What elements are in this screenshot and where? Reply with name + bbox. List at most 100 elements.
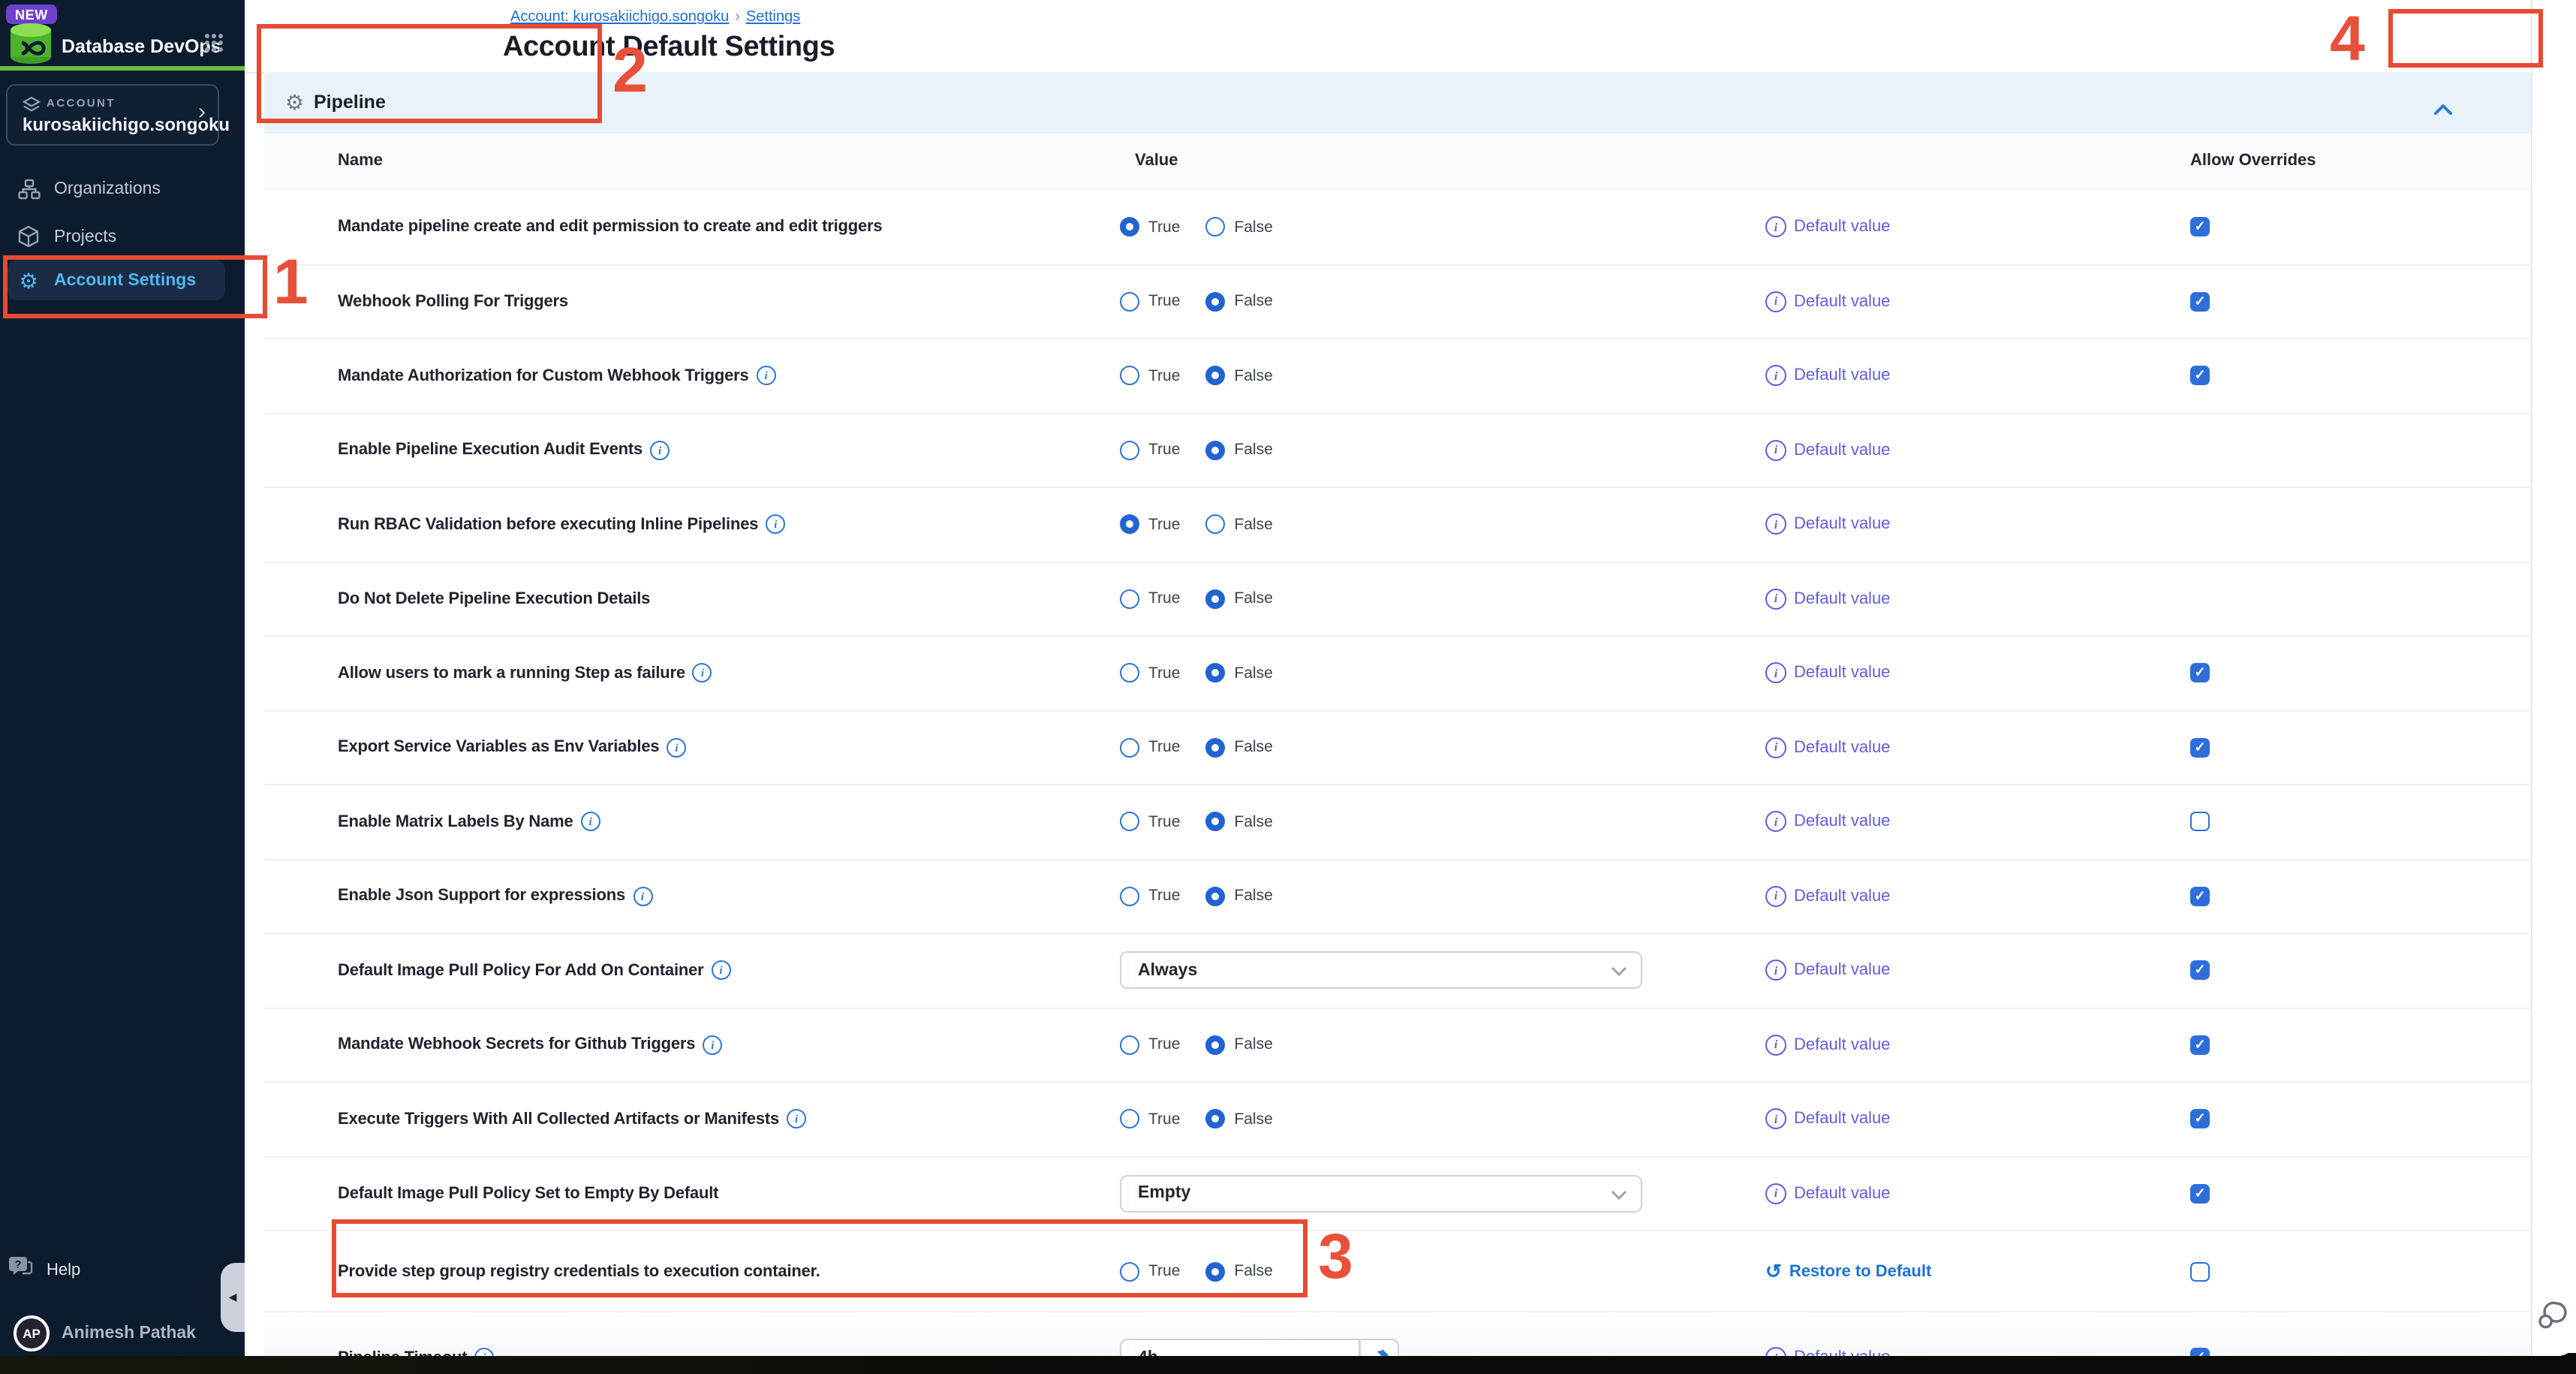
allow-overrides-checkbox[interactable]: ✓ [2190, 1348, 2210, 1356]
radio-option-true[interactable]: True [1120, 812, 1180, 832]
allow-overrides-checkbox[interactable]: ✓ [2190, 1184, 2210, 1204]
radio-option-true[interactable]: True [1120, 887, 1180, 906]
radio-option-false[interactable]: False [1205, 218, 1272, 237]
account-selector[interactable]: ACCOUNT kurosakiichigo.songoku › [6, 84, 219, 146]
sidebar-item-account-settings[interactable]: ⚙ Account Settings [8, 260, 225, 300]
sidebar-item-help[interactable]: ? Help [8, 1251, 225, 1290]
allow-overrides-checkbox[interactable]: ✓ [2190, 218, 2210, 237]
default-value-link[interactable]: iDefault value [1765, 589, 1890, 610]
restore-to-default-link[interactable]: ↺Restore to Default [1765, 1262, 1931, 1280]
default-value-link[interactable]: iDefault value [1765, 366, 1890, 387]
database-devops-logo-icon [8, 23, 54, 72]
allow-overrides-checkbox[interactable]: ✓ [2190, 887, 2210, 906]
default-value-label: Default value [1794, 887, 1890, 905]
radio-option-true[interactable]: True [1120, 1261, 1180, 1281]
default-value-link[interactable]: iDefault value [1765, 886, 1890, 907]
settings-row: Default Image Pull Policy Set to Empty B… [264, 1157, 2531, 1231]
radio-option-true[interactable]: True [1120, 441, 1180, 460]
sidebar-item-organizations[interactable]: Organizations [8, 168, 225, 209]
radio-icon [1120, 218, 1139, 237]
radio-option-false[interactable]: False [1205, 441, 1272, 460]
radio-icon [1205, 1110, 1225, 1129]
default-value-link[interactable]: iDefault value [1765, 1347, 1890, 1356]
user-menu[interactable]: AP Animesh Pathak [8, 1312, 240, 1354]
default-value-link[interactable]: iDefault value [1765, 440, 1890, 461]
allow-overrides-checkbox[interactable]: ✓ [2190, 1035, 2210, 1055]
allow-overrides-checkbox[interactable] [2190, 812, 2210, 832]
allow-overrides-checkbox[interactable]: ✓ [2190, 1110, 2210, 1129]
radio-option-true[interactable]: True [1120, 738, 1180, 758]
default-value-label: Default value [1794, 739, 1890, 757]
info-icon[interactable]: i [712, 961, 731, 981]
allow-overrides-checkbox[interactable]: ✓ [2190, 738, 2210, 758]
value-select[interactable]: Always [1120, 952, 1642, 990]
info-icon[interactable]: i [703, 1035, 722, 1055]
pin-button[interactable] [1360, 1339, 1399, 1356]
default-value-link[interactable]: iDefault value [1765, 514, 1890, 535]
allow-overrides-checkbox[interactable] [2190, 1261, 2210, 1281]
radio-option-true[interactable]: True [1120, 1035, 1180, 1055]
settings-row: Pipeline TimeoutiiDefault value✓ [264, 1312, 2531, 1356]
radio-icon [1205, 812, 1225, 832]
radio-label: True [1148, 590, 1180, 608]
info-icon[interactable]: i [693, 664, 712, 683]
default-value-link[interactable]: iDefault value [1765, 737, 1890, 758]
pipeline-section-header[interactable]: ⚙ Pipeline [264, 72, 2531, 134]
info-icon[interactable]: i [581, 812, 600, 832]
allow-overrides-checkbox[interactable]: ✓ [2190, 292, 2210, 312]
radio-option-false[interactable]: False [1205, 589, 1272, 609]
default-value-link[interactable]: iDefault value [1765, 812, 1890, 833]
radio-option-true[interactable]: True [1120, 664, 1180, 683]
radio-option-false[interactable]: False [1205, 1110, 1272, 1129]
sidebar-collapse-handle[interactable]: ◀ [221, 1263, 245, 1332]
info-icon[interactable]: i [633, 887, 652, 906]
allow-overrides-checkbox[interactable]: ✓ [2190, 366, 2210, 386]
radio-option-true[interactable]: True [1120, 515, 1180, 535]
radio-icon [1205, 366, 1225, 386]
info-icon[interactable]: i [787, 1110, 806, 1129]
radio-option-false[interactable]: False [1205, 887, 1272, 906]
allow-overrides-checkbox[interactable]: ✓ [2190, 961, 2210, 981]
radio-option-false[interactable]: False [1205, 366, 1272, 386]
breadcrumb: Account: kurosakiichigo.songoku›Settings [510, 9, 800, 26]
radio-label: False [1234, 739, 1272, 757]
radio-option-false[interactable]: False [1205, 738, 1272, 758]
info-icon[interactable]: i [757, 366, 776, 386]
info-icon[interactable]: i [667, 738, 686, 758]
radio-option-true[interactable]: True [1120, 218, 1180, 237]
default-value-label: Default value [1794, 962, 1890, 980]
default-value-link[interactable]: iDefault value [1765, 217, 1890, 238]
radio-option-false[interactable]: False [1205, 812, 1272, 832]
allow-overrides-checkbox[interactable]: ✓ [2190, 664, 2210, 683]
default-value-link[interactable]: iDefault value [1765, 663, 1890, 684]
info-icon[interactable]: i [766, 515, 785, 535]
radio-icon [1205, 589, 1225, 609]
radio-option-true[interactable]: True [1120, 1110, 1180, 1129]
radio-icon [1120, 1110, 1139, 1129]
radio-option-false[interactable]: False [1205, 1035, 1272, 1055]
sidebar-item-projects[interactable]: Projects [8, 216, 225, 257]
chevron-up-icon[interactable] [2433, 96, 2453, 123]
info-icon[interactable]: i [650, 441, 670, 460]
app-grid-icon[interactable] [204, 33, 224, 60]
radio-option-false[interactable]: False [1205, 1261, 1272, 1281]
default-value-link[interactable]: iDefault value [1765, 1035, 1890, 1056]
feedback-bubbles-icon[interactable] [2537, 1300, 2568, 1338]
radio-option-true[interactable]: True [1120, 366, 1180, 386]
default-value-link[interactable]: iDefault value [1765, 1183, 1890, 1204]
radio-label: True [1148, 218, 1180, 237]
default-value-link[interactable]: iDefault value [1765, 291, 1890, 312]
default-value-link[interactable]: iDefault value [1765, 1109, 1890, 1130]
breadcrumb-account-link[interactable]: Account: kurosakiichigo.songoku [510, 9, 729, 26]
info-icon[interactable]: i [474, 1348, 494, 1356]
settings-row: Enable Matrix Labels By NameiTrueFalseiD… [264, 785, 2531, 860]
value-select[interactable]: Empty [1120, 1175, 1642, 1213]
timeout-input[interactable] [1120, 1339, 1360, 1356]
radio-option-false[interactable]: False [1205, 515, 1272, 535]
default-value-link[interactable]: iDefault value [1765, 960, 1890, 981]
radio-option-true[interactable]: True [1120, 589, 1180, 609]
radio-option-false[interactable]: False [1205, 292, 1272, 312]
radio-option-true[interactable]: True [1120, 292, 1180, 312]
breadcrumb-settings-link[interactable]: Settings [746, 9, 800, 26]
radio-option-false[interactable]: False [1205, 664, 1272, 683]
